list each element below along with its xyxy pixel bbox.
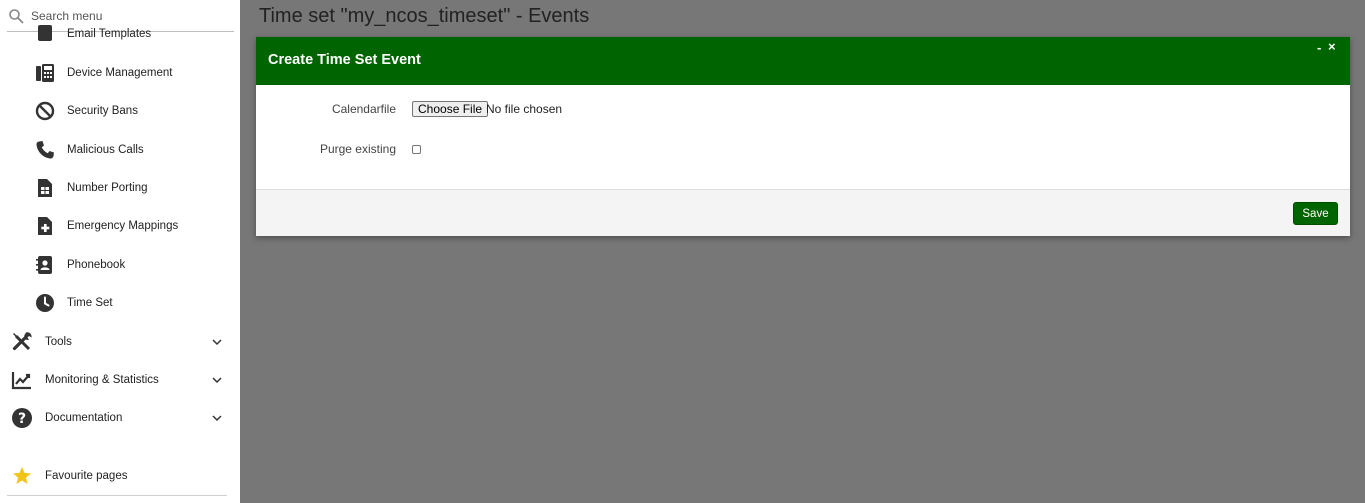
file-status-text: No file chosen [486, 102, 563, 116]
sidebar-item-favourite-pages[interactable]: Favourite pages [0, 461, 240, 491]
dialog-header: Create Time Set Event - × [256, 37, 1350, 85]
sidebar-item-phonebook[interactable]: Phonebook [0, 250, 240, 280]
close-button[interactable]: × [1328, 39, 1336, 54]
sidebar-item-label: Emergency Mappings [67, 220, 179, 232]
tools-icon [11, 331, 33, 353]
chevron-down-icon [212, 415, 222, 422]
contact-book-icon [34, 254, 56, 276]
sidebar-item-label: Malicious Calls [67, 144, 144, 156]
sidebar: Search menu Email Templates Device Manag… [0, 0, 240, 503]
sidebar-item-tools[interactable]: Tools [0, 327, 240, 357]
sidebar-item-documentation[interactable]: ? Documentation [0, 403, 240, 433]
sidebar-item-emergency-mappings[interactable]: Emergency Mappings [0, 211, 240, 241]
create-event-dialog: Create Time Set Event - × Calendarfile C… [256, 37, 1350, 236]
sidebar-divider [7, 495, 227, 496]
sidebar-item-label: Security Bans [67, 105, 138, 117]
sidebar-item-time-set[interactable]: Time Set [0, 288, 240, 318]
page-title: Time set "my_ncos_timeset" - Events [259, 5, 590, 27]
ban-icon [34, 100, 56, 122]
device-management-icon [34, 62, 56, 84]
dialog-body: Calendarfile Choose File No file chosen … [256, 85, 1350, 189]
sim-card-icon [34, 177, 56, 199]
sidebar-item-monitoring[interactable]: Monitoring & Statistics [0, 365, 240, 395]
chevron-down-icon [212, 377, 222, 384]
sidebar-item-label: Tools [45, 336, 72, 348]
purge-existing-checkbox[interactable] [412, 145, 421, 154]
sidebar-item-label: Phonebook [67, 259, 126, 271]
purge-existing-label: Purge existing [319, 142, 396, 156]
dialog-title: Create Time Set Event [268, 52, 421, 68]
svg-text:?: ? [18, 411, 26, 427]
choose-file-button[interactable]: Choose File [412, 101, 489, 117]
chart-line-icon [11, 369, 33, 391]
sidebar-item-device-management[interactable]: Device Management [0, 58, 240, 88]
save-button[interactable]: Save [1293, 202, 1338, 225]
sidebar-item-malicious-calls[interactable]: Malicious Calls [0, 135, 240, 165]
sidebar-item-label: Time Set [67, 297, 113, 309]
sidebar-item-label: Number Porting [67, 182, 148, 194]
sidebar-item-number-porting[interactable]: Number Porting [0, 173, 240, 203]
chevron-down-icon [212, 339, 222, 346]
star-icon [11, 465, 33, 487]
help-icon: ? [11, 407, 33, 429]
file-medical-icon [34, 215, 56, 237]
calendarfile-label: Calendarfile [331, 102, 396, 116]
sidebar-item-label: Favourite pages [45, 470, 128, 482]
minimize-button[interactable]: - [1317, 40, 1321, 55]
sidebar-item-label: Monitoring & Statistics [45, 374, 159, 386]
sidebar-item-security-bans[interactable]: Security Bans [0, 96, 240, 126]
sidebar-item-label: Email Templates [67, 28, 152, 40]
phone-icon [34, 139, 56, 161]
clock-icon [34, 292, 56, 314]
sidebar-item-label: Documentation [45, 412, 123, 424]
email-template-icon [34, 23, 56, 45]
dialog-footer: Save [256, 189, 1350, 236]
sidebar-item-label: Device Management [67, 67, 173, 79]
sidebar-item-email-templates[interactable]: Email Templates [0, 19, 240, 49]
